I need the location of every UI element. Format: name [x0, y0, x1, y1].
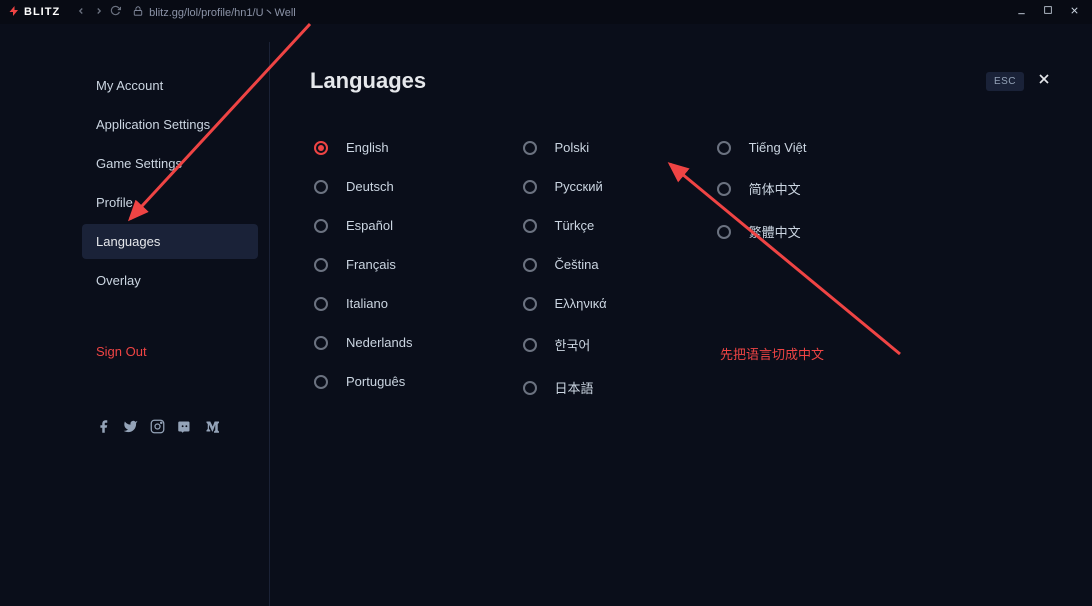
facebook-icon[interactable]: [96, 419, 111, 439]
language-option[interactable]: Ελληνικά: [523, 296, 607, 311]
language-label: Português: [346, 374, 405, 389]
language-option[interactable]: Polski: [523, 140, 607, 155]
radio-icon: [717, 225, 731, 239]
language-option[interactable]: Français: [314, 257, 413, 272]
language-label: 简体中文: [749, 179, 801, 198]
radio-icon: [314, 141, 328, 155]
radio-icon: [314, 258, 328, 272]
language-label: Ελληνικά: [555, 296, 607, 311]
radio-icon: [314, 297, 328, 311]
sidebar-item-game-settings[interactable]: Game Settings: [82, 146, 258, 181]
sidebar-item-profile[interactable]: Profile: [82, 185, 258, 220]
language-col-3: Tiếng Việt 简体中文繁體中文: [717, 140, 807, 397]
language-label: English: [346, 140, 389, 155]
main-panel: Languages ESC English Deutsch Español Franç…: [270, 24, 1092, 606]
radio-icon: [717, 182, 731, 196]
radio-icon: [314, 375, 328, 389]
language-option[interactable]: 繁體中文: [717, 222, 807, 241]
language-option[interactable]: Čeština: [523, 257, 607, 272]
app-body: My Account Application Settings Game Set…: [0, 24, 1092, 606]
language-option[interactable]: Español: [314, 218, 413, 233]
sidebar-item-my-account[interactable]: My Account: [82, 68, 258, 103]
lightning-icon: [8, 4, 20, 21]
radio-icon: [523, 141, 537, 155]
brand-text: BLITZ: [24, 6, 60, 18]
nav-forward-icon[interactable]: [94, 6, 104, 19]
sidebar-item-languages[interactable]: Languages: [82, 224, 258, 259]
language-label: Tiếng Việt: [749, 140, 807, 155]
language-option[interactable]: 한국어: [523, 335, 607, 354]
radio-icon: [523, 297, 537, 311]
radio-icon: [314, 336, 328, 350]
language-label: Français: [346, 257, 396, 272]
radio-icon: [717, 141, 731, 155]
minimize-icon[interactable]: [1016, 5, 1027, 19]
sidebar: My Account Application Settings Game Set…: [0, 24, 270, 606]
page-title: Languages: [310, 68, 426, 94]
language-option[interactable]: Italiano: [314, 296, 413, 311]
radio-icon: [314, 219, 328, 233]
radio-icon: [523, 381, 537, 395]
lock-icon: [133, 6, 143, 19]
nav-arrows: [76, 6, 104, 19]
language-option[interactable]: Türkçe: [523, 218, 607, 233]
language-option[interactable]: 日本語: [523, 378, 607, 397]
language-label: 繁體中文: [749, 222, 801, 241]
nav-back-icon[interactable]: [76, 6, 86, 19]
language-option[interactable]: Русский: [523, 179, 607, 194]
close-window-icon[interactable]: [1069, 5, 1080, 19]
url-text: blitz.gg/lol/profile/hn1/U丶Well: [149, 4, 296, 20]
language-option[interactable]: Nederlands: [314, 335, 413, 350]
radio-icon: [523, 180, 537, 194]
instagram-icon[interactable]: [150, 419, 165, 439]
medium-icon[interactable]: [204, 419, 219, 439]
discord-icon[interactable]: [177, 419, 192, 439]
maximize-icon[interactable]: [1043, 5, 1053, 19]
window-controls: [1016, 5, 1084, 19]
close-icon[interactable]: [1036, 71, 1052, 92]
language-label: 日本語: [555, 378, 594, 397]
language-label: Türkçe: [555, 218, 595, 233]
reload-icon[interactable]: [110, 5, 121, 19]
language-label: Polski: [555, 140, 590, 155]
language-col-2: Polski Русский Türkçe Čeština Ελληνικά 한국어 日本語: [523, 140, 607, 397]
language-label: Čeština: [555, 257, 599, 272]
language-option[interactable]: English: [314, 140, 413, 155]
language-option[interactable]: 简体中文: [717, 179, 807, 198]
radio-icon: [523, 219, 537, 233]
language-label: 한국어: [555, 335, 591, 354]
url-area: blitz.gg/lol/profile/hn1/U丶Well: [133, 4, 296, 20]
language-label: Nederlands: [346, 335, 413, 350]
titlebar: BLITZ blitz.gg/lol/profile/hn1/U丶Well: [0, 0, 1092, 24]
language-col-1: English Deutsch Español Français Italiano Ned…: [314, 140, 413, 397]
app-logo: BLITZ: [8, 4, 60, 21]
radio-icon: [523, 338, 537, 352]
esc-badge: ESC: [986, 72, 1024, 91]
header-row: Languages ESC: [310, 68, 1052, 94]
radio-icon: [314, 180, 328, 194]
language-option[interactable]: Tiếng Việt: [717, 140, 807, 155]
language-columns: English Deutsch Español Français Italiano Ned…: [314, 140, 1052, 397]
language-option[interactable]: Português: [314, 374, 413, 389]
social-links: [82, 405, 258, 453]
language-label: Русский: [555, 179, 603, 194]
language-label: Español: [346, 218, 393, 233]
language-label: Deutsch: [346, 179, 394, 194]
radio-icon: [523, 258, 537, 272]
sidebar-item-overlay[interactable]: Overlay: [82, 263, 258, 298]
sidebar-item-application-settings[interactable]: Application Settings: [82, 107, 258, 142]
twitter-icon[interactable]: [123, 419, 138, 439]
language-label: Italiano: [346, 296, 388, 311]
language-option[interactable]: Deutsch: [314, 179, 413, 194]
sign-out-button[interactable]: Sign Out: [82, 334, 258, 369]
